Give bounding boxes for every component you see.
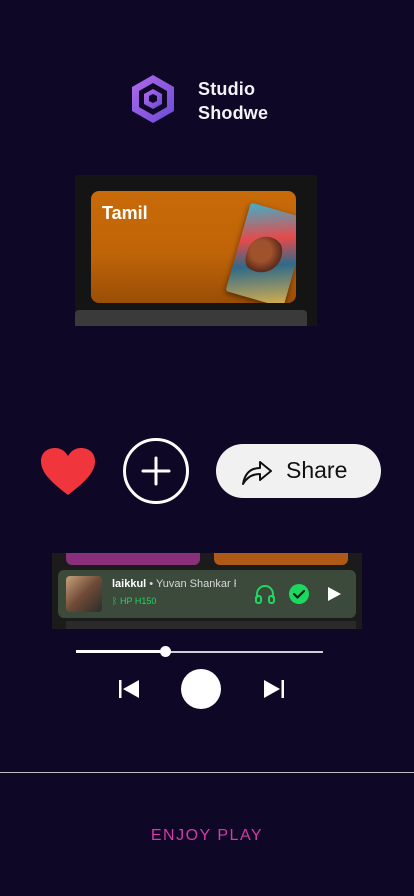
genre-tile-label: Tamil — [102, 203, 148, 223]
now-playing-text: laikkul • Yuvan Shankar R — [112, 578, 236, 590]
mini-player-bar[interactable]: laikkul • Yuvan Shankar R ᛒ HP H150 — [58, 570, 356, 618]
bluetooth-icon: ᛒ — [112, 596, 118, 606]
playlist-row-below — [66, 621, 356, 629]
heart-icon[interactable] — [40, 447, 96, 497]
share-label: Share — [286, 457, 348, 483]
mini-play-icon[interactable] — [325, 584, 343, 604]
genre-card-image[interactable]: Tamil — [75, 175, 317, 326]
skip-previous-icon[interactable] — [117, 678, 141, 700]
progress-knob[interactable] — [160, 646, 171, 657]
song-title: laikkul — [112, 578, 147, 590]
separator: • — [146, 578, 157, 590]
share-arrow-icon — [242, 461, 272, 485]
device-name: HP H150 — [120, 596, 157, 606]
genre-tile[interactable]: Tamil — [91, 191, 296, 303]
divider — [0, 772, 414, 773]
genre-poster — [225, 202, 296, 303]
play-button[interactable] — [181, 669, 221, 709]
add-to-library-button[interactable] — [123, 438, 189, 504]
now-playing-preview[interactable]: laikkul • Yuvan Shankar R ᛒ HP H150 — [52, 553, 362, 629]
brand-name-line1: Studio — [198, 79, 256, 99]
brand-name-line2: Shodwe — [198, 103, 269, 123]
card-bottom-strip — [75, 310, 307, 326]
skip-next-icon[interactable] — [262, 678, 286, 700]
artist-name: Yuvan Shankar R — [156, 578, 236, 590]
album-art — [66, 576, 102, 612]
progress-fill — [76, 650, 165, 653]
plus-icon — [141, 456, 171, 486]
enjoy-play-link[interactable]: ENJOY PLAY — [0, 827, 414, 845]
headphones-icon[interactable] — [254, 583, 276, 605]
share-button[interactable]: Share — [216, 444, 381, 498]
check-circle-icon[interactable] — [288, 583, 310, 605]
hexagon-logo-icon — [132, 75, 174, 123]
playlist-tile-top-right — [214, 553, 348, 565]
brand-header: Studio Shodwe — [130, 73, 300, 127]
brand-name: Studio Shodwe — [198, 77, 268, 125]
playlist-tile-top-left — [66, 553, 200, 565]
